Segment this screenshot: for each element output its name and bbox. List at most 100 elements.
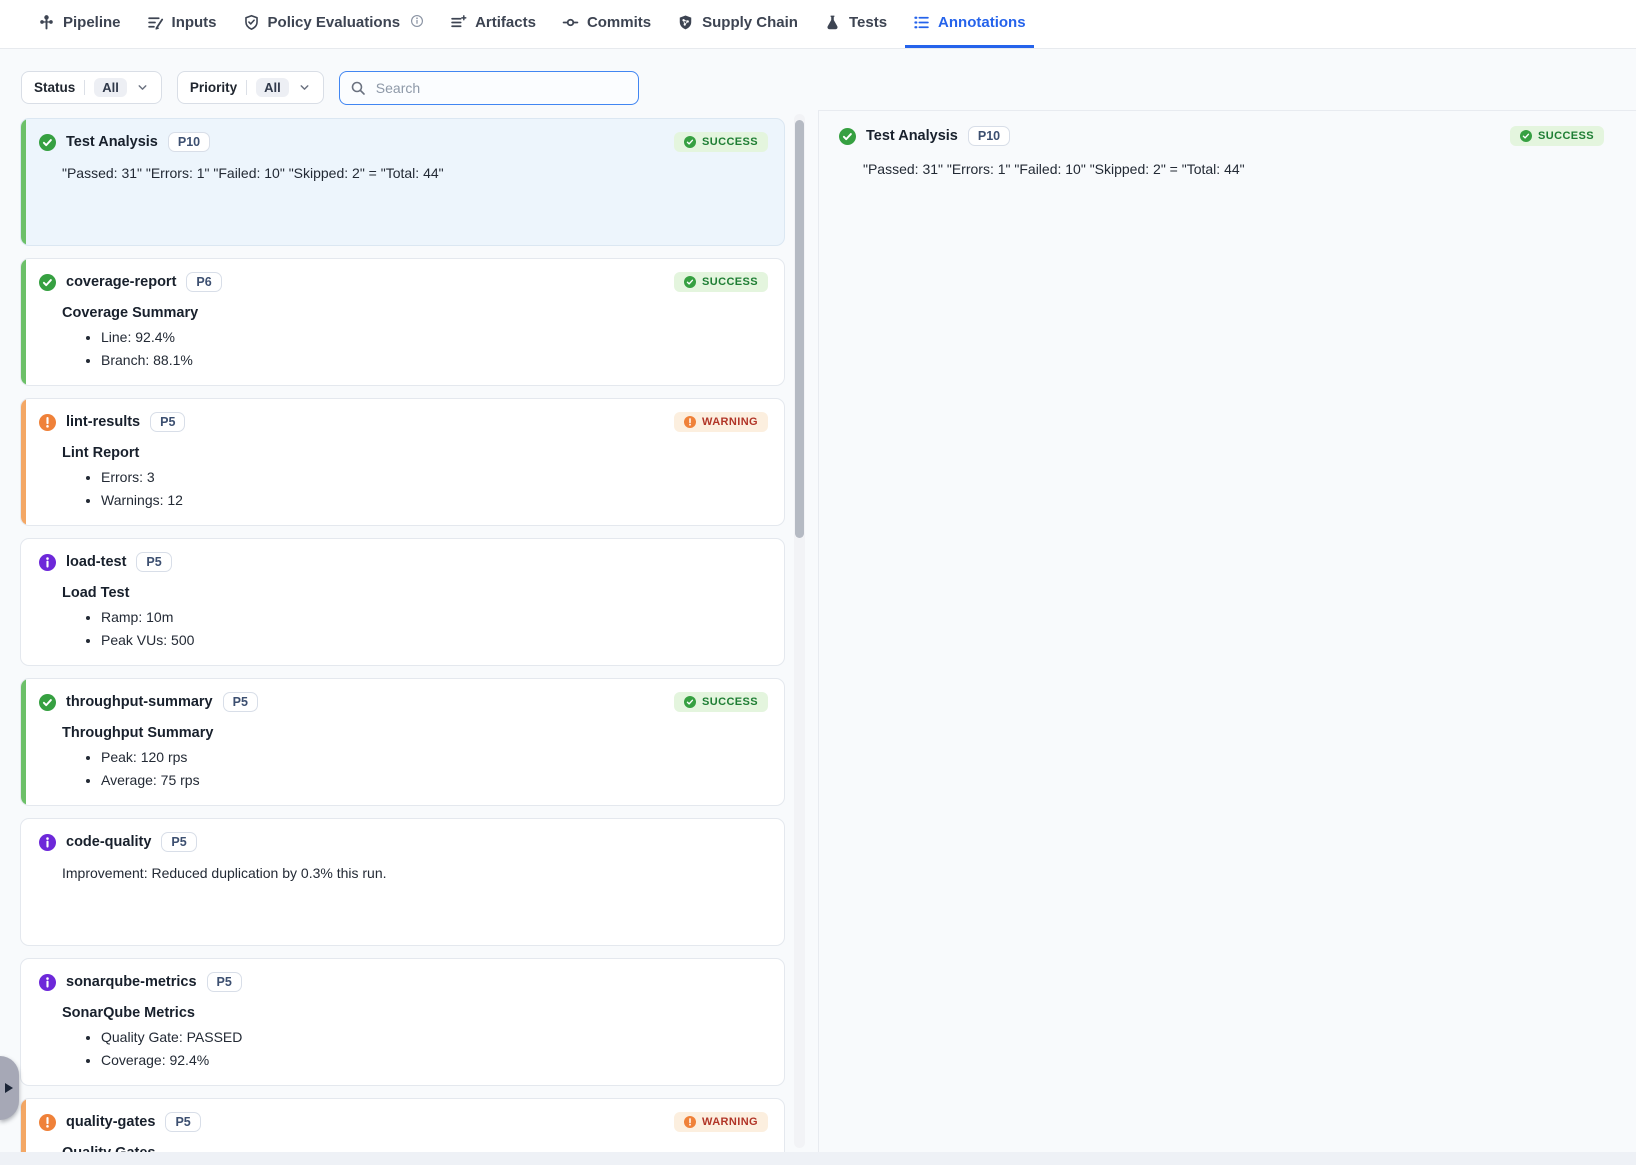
search-box[interactable] (339, 71, 639, 105)
annotation-title: Test Analysis (66, 134, 158, 150)
bullet-item: Line: 92.4% (101, 326, 768, 349)
bullet-item: Peak: 120 rps (101, 746, 768, 769)
status-badge: WARNING (674, 1112, 768, 1132)
success-status-icon (839, 128, 856, 145)
bullet-item: Peak VUs: 500 (101, 629, 768, 652)
tab-tests[interactable]: Tests (816, 0, 895, 48)
tab-supply-chain[interactable]: Supply Chain (669, 0, 806, 48)
tab-label: Tests (849, 14, 887, 31)
status-filter[interactable]: Status All (21, 71, 162, 104)
divider (246, 80, 247, 95)
priority-badge: P5 (165, 1112, 200, 1132)
priority-badge: P5 (207, 972, 242, 992)
info-status-icon (39, 554, 56, 571)
annotation-title: lint-results (66, 414, 140, 430)
annotation-title: sonarqube-metrics (66, 974, 197, 990)
priority-filter-value: All (256, 78, 289, 97)
bullet-item: Quality Gate: PASSED (101, 1026, 768, 1049)
success-badge-icon (684, 136, 696, 148)
status-badge: SUCCESS (674, 692, 768, 712)
status-badge: SUCCESS (674, 272, 768, 292)
filters-toolbar: Status All Priority All (0, 49, 1636, 110)
warning-badge-icon (684, 1116, 696, 1128)
annotation-card[interactable]: coverage-report P6 SUCCESS Coverage Summ… (20, 258, 785, 386)
shield-nodes-icon (677, 14, 694, 31)
divider (84, 80, 85, 95)
detail-body: "Passed: 31" "Errors: 1" "Failed: 10" "S… (863, 161, 1604, 177)
status-filter-value: All (94, 78, 127, 97)
tab-label: Pipeline (63, 14, 121, 31)
inputs-icon (147, 14, 164, 31)
scrollbar-thumb[interactable] (795, 120, 804, 538)
flask-icon (824, 14, 841, 31)
annotation-title: quality-gates (66, 1114, 155, 1130)
priority-badge: P10 (168, 132, 210, 152)
shield-check-icon (243, 14, 260, 31)
bullet-list: Line: 92.4% Branch: 88.1% (39, 326, 768, 372)
scrollbar[interactable] (794, 114, 805, 1148)
priority-badge: P5 (223, 692, 258, 712)
tab-label: Inputs (172, 14, 217, 31)
priority-badge: P5 (161, 832, 196, 852)
annotation-card[interactable]: lint-results P5 WARNING Lint Report Erro… (20, 398, 785, 526)
bullet-item: Average: 75 rps (101, 769, 768, 792)
info-status-icon (39, 974, 56, 991)
annotation-card[interactable]: Test Analysis P10 SUCCESS "Passed: 31" "… (20, 118, 785, 246)
bullet-item: Warnings: 12 (101, 489, 768, 512)
bullet-list: Errors: 3 Warnings: 12 (39, 466, 768, 512)
artifacts-icon (450, 14, 467, 31)
tab-bar: Pipeline Inputs Policy Evaluations Artif… (0, 0, 1636, 49)
tab-annotations[interactable]: Annotations (905, 0, 1034, 48)
annotation-title: code-quality (66, 834, 151, 850)
priority-filter[interactable]: Priority All (177, 71, 324, 104)
tab-pipeline[interactable]: Pipeline (30, 0, 129, 48)
annotation-heading: Load Test (62, 585, 768, 601)
annotation-detail: Test Analysis P10 SUCCESS "Passed: 31" "… (819, 110, 1636, 1152)
search-icon (350, 80, 366, 96)
bullet-item: Ramp: 10m (101, 606, 768, 629)
bottom-edge (0, 1152, 1636, 1165)
pipeline-icon (38, 14, 55, 31)
annotation-body: "Passed: 31" "Errors: 1" "Failed: 10" "S… (62, 165, 768, 181)
chevron-down-icon (298, 81, 311, 94)
annotation-title: load-test (66, 554, 126, 570)
annotation-card[interactable]: throughput-summary P5 SUCCESS Throughput… (20, 678, 785, 806)
annotation-card[interactable]: code-quality P5 Improvement: Reduced dup… (20, 818, 785, 946)
annotation-title: coverage-report (66, 274, 176, 290)
detail-title: Test Analysis (866, 128, 958, 144)
expand-drawer-button[interactable] (0, 1056, 19, 1120)
search-input[interactable] (374, 79, 628, 97)
tab-inputs[interactable]: Inputs (139, 0, 225, 48)
status-badge: SUCCESS (1510, 126, 1604, 146)
bullet-list: Quality Gate: PASSED Coverage: 92.4% (39, 1026, 768, 1072)
status-badge: SUCCESS (674, 132, 768, 152)
status-filter-label: Status (34, 80, 75, 95)
bullet-item: Branch: 88.1% (101, 349, 768, 372)
annotation-card[interactable]: quality-gates P5 WARNING Quality Gates (20, 1098, 785, 1152)
priority-badge: P5 (136, 552, 171, 572)
tab-label: Artifacts (475, 14, 536, 31)
success-badge-icon (1520, 130, 1532, 142)
annotation-title: throughput-summary (66, 694, 213, 710)
chevron-down-icon (136, 81, 149, 94)
tab-policy-evaluations[interactable]: Policy Evaluations (235, 0, 433, 48)
priority-filter-label: Priority (190, 80, 237, 95)
success-status-icon (39, 134, 56, 151)
warning-badge-icon (684, 416, 696, 428)
annotation-heading: SonarQube Metrics (62, 1005, 768, 1021)
tab-label: Supply Chain (702, 14, 798, 31)
annotation-heading: Lint Report (62, 445, 768, 461)
commit-icon (562, 14, 579, 31)
status-badge: WARNING (674, 412, 768, 432)
priority-badge: P6 (186, 272, 221, 292)
info-icon[interactable] (410, 14, 424, 32)
success-badge-icon (684, 696, 696, 708)
annotation-heading: Throughput Summary (62, 725, 768, 741)
warning-status-icon (39, 1114, 56, 1131)
annotation-card[interactable]: load-test P5 Load Test Ramp: 10m Peak VU… (20, 538, 785, 666)
tab-artifacts[interactable]: Artifacts (442, 0, 544, 48)
success-status-icon (39, 694, 56, 711)
arrow-right-icon (5, 1083, 13, 1093)
annotation-card[interactable]: sonarqube-metrics P5 SonarQube Metrics Q… (20, 958, 785, 1086)
tab-commits[interactable]: Commits (554, 0, 659, 48)
